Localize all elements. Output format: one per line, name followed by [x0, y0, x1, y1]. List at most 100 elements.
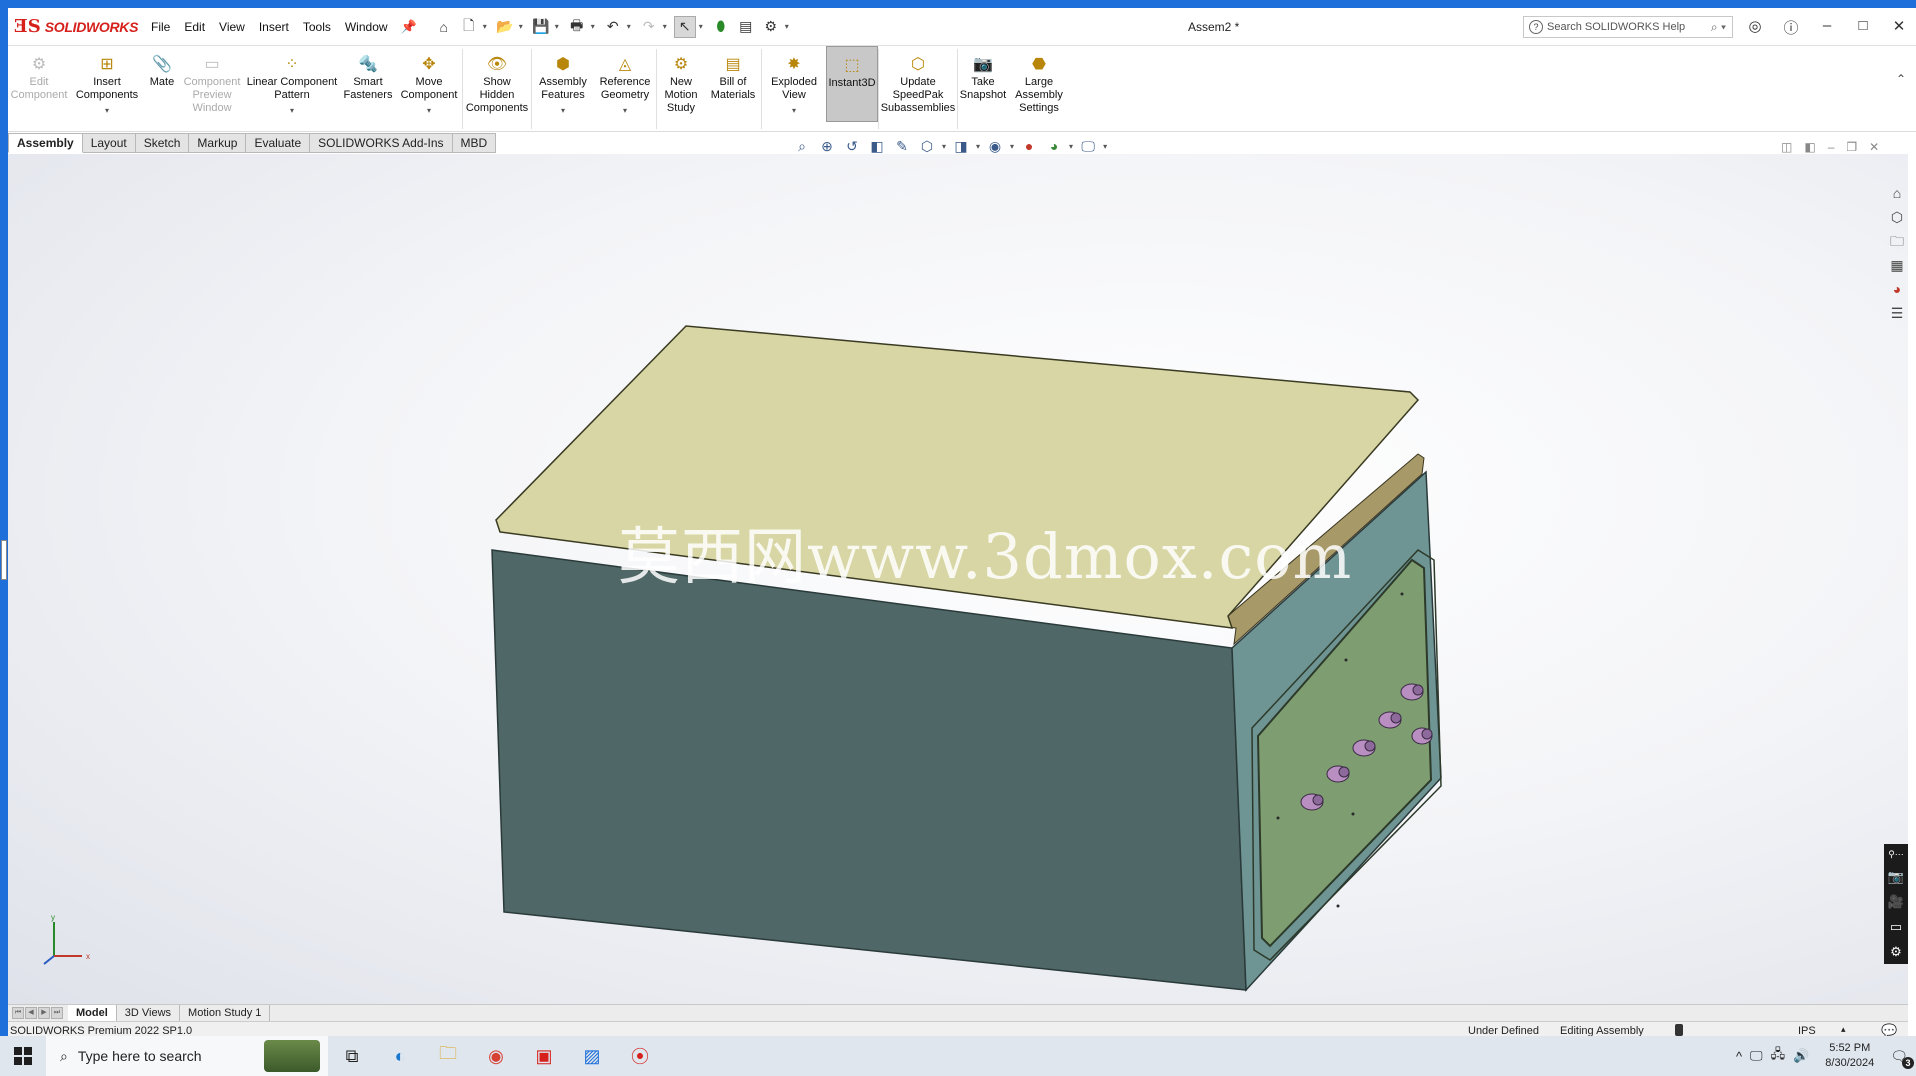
chevron-down-icon[interactable]: ▾ — [290, 104, 294, 117]
ribbon-button-reference-geometry[interactable]: ◬ Reference Geometry ▾ — [594, 46, 656, 132]
view-settings-icon[interactable]: 🖵 — [1078, 137, 1098, 155]
print-icon[interactable]: 🖶 — [566, 16, 588, 38]
ribbon-button-smart-fasteners[interactable]: 🔩 Smart Fasteners — [340, 46, 396, 132]
select-arrow-icon[interactable]: ↖ — [673, 15, 696, 38]
volume-icon[interactable]: 🔊 — [1793, 1048, 1809, 1064]
next-tab-icon[interactable]: ▶ — [38, 1007, 50, 1019]
edit-appearance-icon[interactable]: ● — [1019, 137, 1039, 155]
menu-view[interactable]: View — [212, 15, 252, 39]
menu-tools[interactable]: Tools — [296, 15, 338, 39]
custom-properties-icon[interactable]: ☰ — [1888, 304, 1906, 322]
menu-edit[interactable]: Edit — [177, 15, 212, 39]
ribbon-button-show-hidden[interactable]: 👁 Show Hidden Components — [463, 46, 531, 132]
ribbon-button-instant3d[interactable]: ⬚ Instant3D — [826, 46, 878, 122]
ribbon-button-speedpak[interactable]: ⬡ Update SpeedPak Subassemblies — [879, 46, 957, 132]
view-palette-icon[interactable]: ▦ — [1888, 256, 1906, 274]
search-icon[interactable]: ⌕ ▾ — [1711, 20, 1726, 35]
open-dropdown-icon[interactable]: ▾ — [519, 22, 527, 31]
hide-show-items-icon[interactable]: ◉ — [985, 137, 1005, 155]
3d-views-tab[interactable]: 3D Views — [117, 1005, 181, 1021]
first-tab-icon[interactable]: ⏮ — [12, 1007, 24, 1019]
zoom-to-fit-icon[interactable]: ⌕ — [792, 137, 812, 155]
taskbar-search[interactable]: ⌕ Type here to search — [46, 1036, 328, 1076]
pin-icon[interactable]: 📌 — [395, 19, 423, 35]
notifications-icon[interactable]: 🗨 3 — [1890, 1048, 1914, 1069]
ribbon-button-bill-of-materials[interactable]: ▤ Bill of Materials — [705, 46, 761, 132]
clock[interactable]: 5:52 PM 8/30/2024 — [1825, 1041, 1874, 1071]
camera-icon[interactable]: 📷 — [1887, 869, 1905, 885]
video-icon[interactable]: 🎥 — [1887, 894, 1905, 910]
ribbon-button-linear-pattern[interactable]: ⁘ Linear Component Pattern ▾ — [244, 46, 340, 132]
design-library-icon[interactable]: ⬡ — [1888, 208, 1906, 226]
view-orientation-icon[interactable]: ⬡ — [917, 137, 937, 155]
connector[interactable] — [1300, 793, 1324, 811]
settings-gear-icon[interactable]: ⚙ — [1887, 944, 1905, 960]
menu-insert[interactable]: Insert — [252, 15, 296, 39]
collapse-ribbon-icon[interactable]: ⌃ — [1896, 72, 1906, 86]
connector[interactable] — [1411, 727, 1433, 745]
display-style-icon[interactable]: ◨ — [951, 137, 971, 155]
ribbon-button-insert-components[interactable]: ⊞ Insert Components ▾ — [70, 46, 144, 132]
last-tab-icon[interactable]: ⏭ — [51, 1007, 63, 1019]
rebuild-status-icon[interactable] — [1675, 1024, 1683, 1036]
previous-view-icon[interactable]: ↺ — [842, 137, 862, 155]
home-icon[interactable]: ⌂ — [433, 16, 455, 38]
ribbon-button-large-assembly[interactable]: ⬣ Large Assembly Settings — [1008, 46, 1070, 132]
tab-evaluate[interactable]: Evaluate — [246, 133, 311, 153]
options-dropdown-icon[interactable]: ▾ — [785, 22, 793, 31]
view-settings-dropdown-icon[interactable]: ▾ — [1103, 142, 1107, 151]
graphics-area[interactable]: 莫西网www.3dmox.com y x ⌂ ⬡ 🗀 ▦ ◕ ☰ ⚲⋯ 📷 🎥 … — [8, 154, 1908, 1004]
photos-icon[interactable]: ▨ — [568, 1036, 616, 1076]
chevron-down-icon[interactable]: ▾ — [427, 104, 431, 117]
chevron-down-icon[interactable]: ▾ — [561, 104, 565, 117]
chevron-down-icon[interactable]: ▾ — [105, 104, 109, 117]
doc-minimize-icon[interactable]: – — [1828, 140, 1835, 154]
undo-icon[interactable]: ↶ — [602, 16, 624, 38]
section-view-icon[interactable]: ◧ — [867, 137, 887, 155]
redo-icon[interactable]: ↷ — [638, 16, 660, 38]
tab-assembly[interactable]: Assembly — [8, 133, 83, 153]
close-icon[interactable]: ✕ — [1888, 17, 1910, 35]
task-view-icon[interactable]: ⧉ — [328, 1036, 376, 1076]
display-style-dropdown-icon[interactable]: ▾ — [976, 142, 980, 151]
motion-study-tab[interactable]: Motion Study 1 — [180, 1005, 271, 1021]
zoom-to-area-icon[interactable]: ⊕ — [817, 137, 837, 155]
window-icon[interactable]: ▭ — [1887, 919, 1905, 935]
doc-close-icon[interactable]: ✕ — [1869, 140, 1879, 154]
save-dropdown-icon[interactable]: ▾ — [555, 22, 563, 31]
file-properties-icon[interactable]: ▤ — [735, 16, 757, 38]
help-icon[interactable]: ⓘ — [1780, 17, 1802, 38]
help-search-input[interactable]: ? Search SOLIDWORKS Help ⌕ ▾ — [1523, 16, 1733, 38]
solidworks-taskbar-icon[interactable]: ▣ — [520, 1036, 568, 1076]
ribbon-button-assembly-features[interactable]: ⬢ Assembly Features ▾ — [532, 46, 594, 132]
connector[interactable] — [1352, 739, 1376, 757]
ribbon-button-motion-study[interactable]: ⚙ New Motion Study — [657, 46, 705, 132]
ribbon-button-component-preview[interactable]: ▭ Component Preview Window — [180, 46, 244, 132]
tab-solidworks-add-ins[interactable]: SOLIDWORKS Add-Ins — [310, 133, 453, 153]
side-handle[interactable] — [1, 540, 7, 580]
prev-tab-icon[interactable]: ◀ — [25, 1007, 37, 1019]
ribbon-button-edit-component[interactable]: ⚙ Edit Component — [8, 46, 70, 132]
new-dropdown-icon[interactable]: ▾ — [483, 22, 491, 31]
redo-dropdown-icon[interactable]: ▾ — [663, 22, 671, 31]
hide-show-dropdown-icon[interactable]: ▾ — [1010, 142, 1014, 151]
chevron-down-icon[interactable]: ▾ — [792, 104, 796, 117]
solidworks-resources-icon[interactable]: ⌂ — [1888, 184, 1906, 202]
show-hidden-icons-icon[interactable]: ^ — [1736, 1049, 1742, 1064]
more-icon[interactable]: ⚲⋯ — [1887, 849, 1905, 860]
ribbon-button-exploded-view[interactable]: ✸ Exploded View ▾ — [762, 46, 826, 132]
tab-mbd[interactable]: MBD — [452, 133, 497, 153]
menu-file[interactable]: File — [144, 15, 177, 39]
tab-layout[interactable]: Layout — [82, 133, 136, 153]
menu-window[interactable]: Window — [338, 15, 395, 39]
split-right-icon[interactable]: ◧ — [1804, 140, 1815, 154]
file-explorer-icon[interactable]: 🗀 — [1888, 232, 1906, 250]
undo-dropdown-icon[interactable]: ▾ — [627, 22, 635, 31]
solidworks-logo[interactable]: ƎS SOLIDWORKS — [14, 16, 144, 37]
apply-scene-icon[interactable]: ◕ — [1044, 137, 1064, 155]
open-icon[interactable]: 📂 — [494, 16, 516, 38]
appearances-icon[interactable]: ◕ — [1888, 280, 1906, 298]
units-up-icon[interactable]: ▴ — [1841, 1024, 1846, 1035]
tab-sketch[interactable]: Sketch — [135, 133, 190, 153]
connector[interactable] — [1400, 683, 1424, 701]
